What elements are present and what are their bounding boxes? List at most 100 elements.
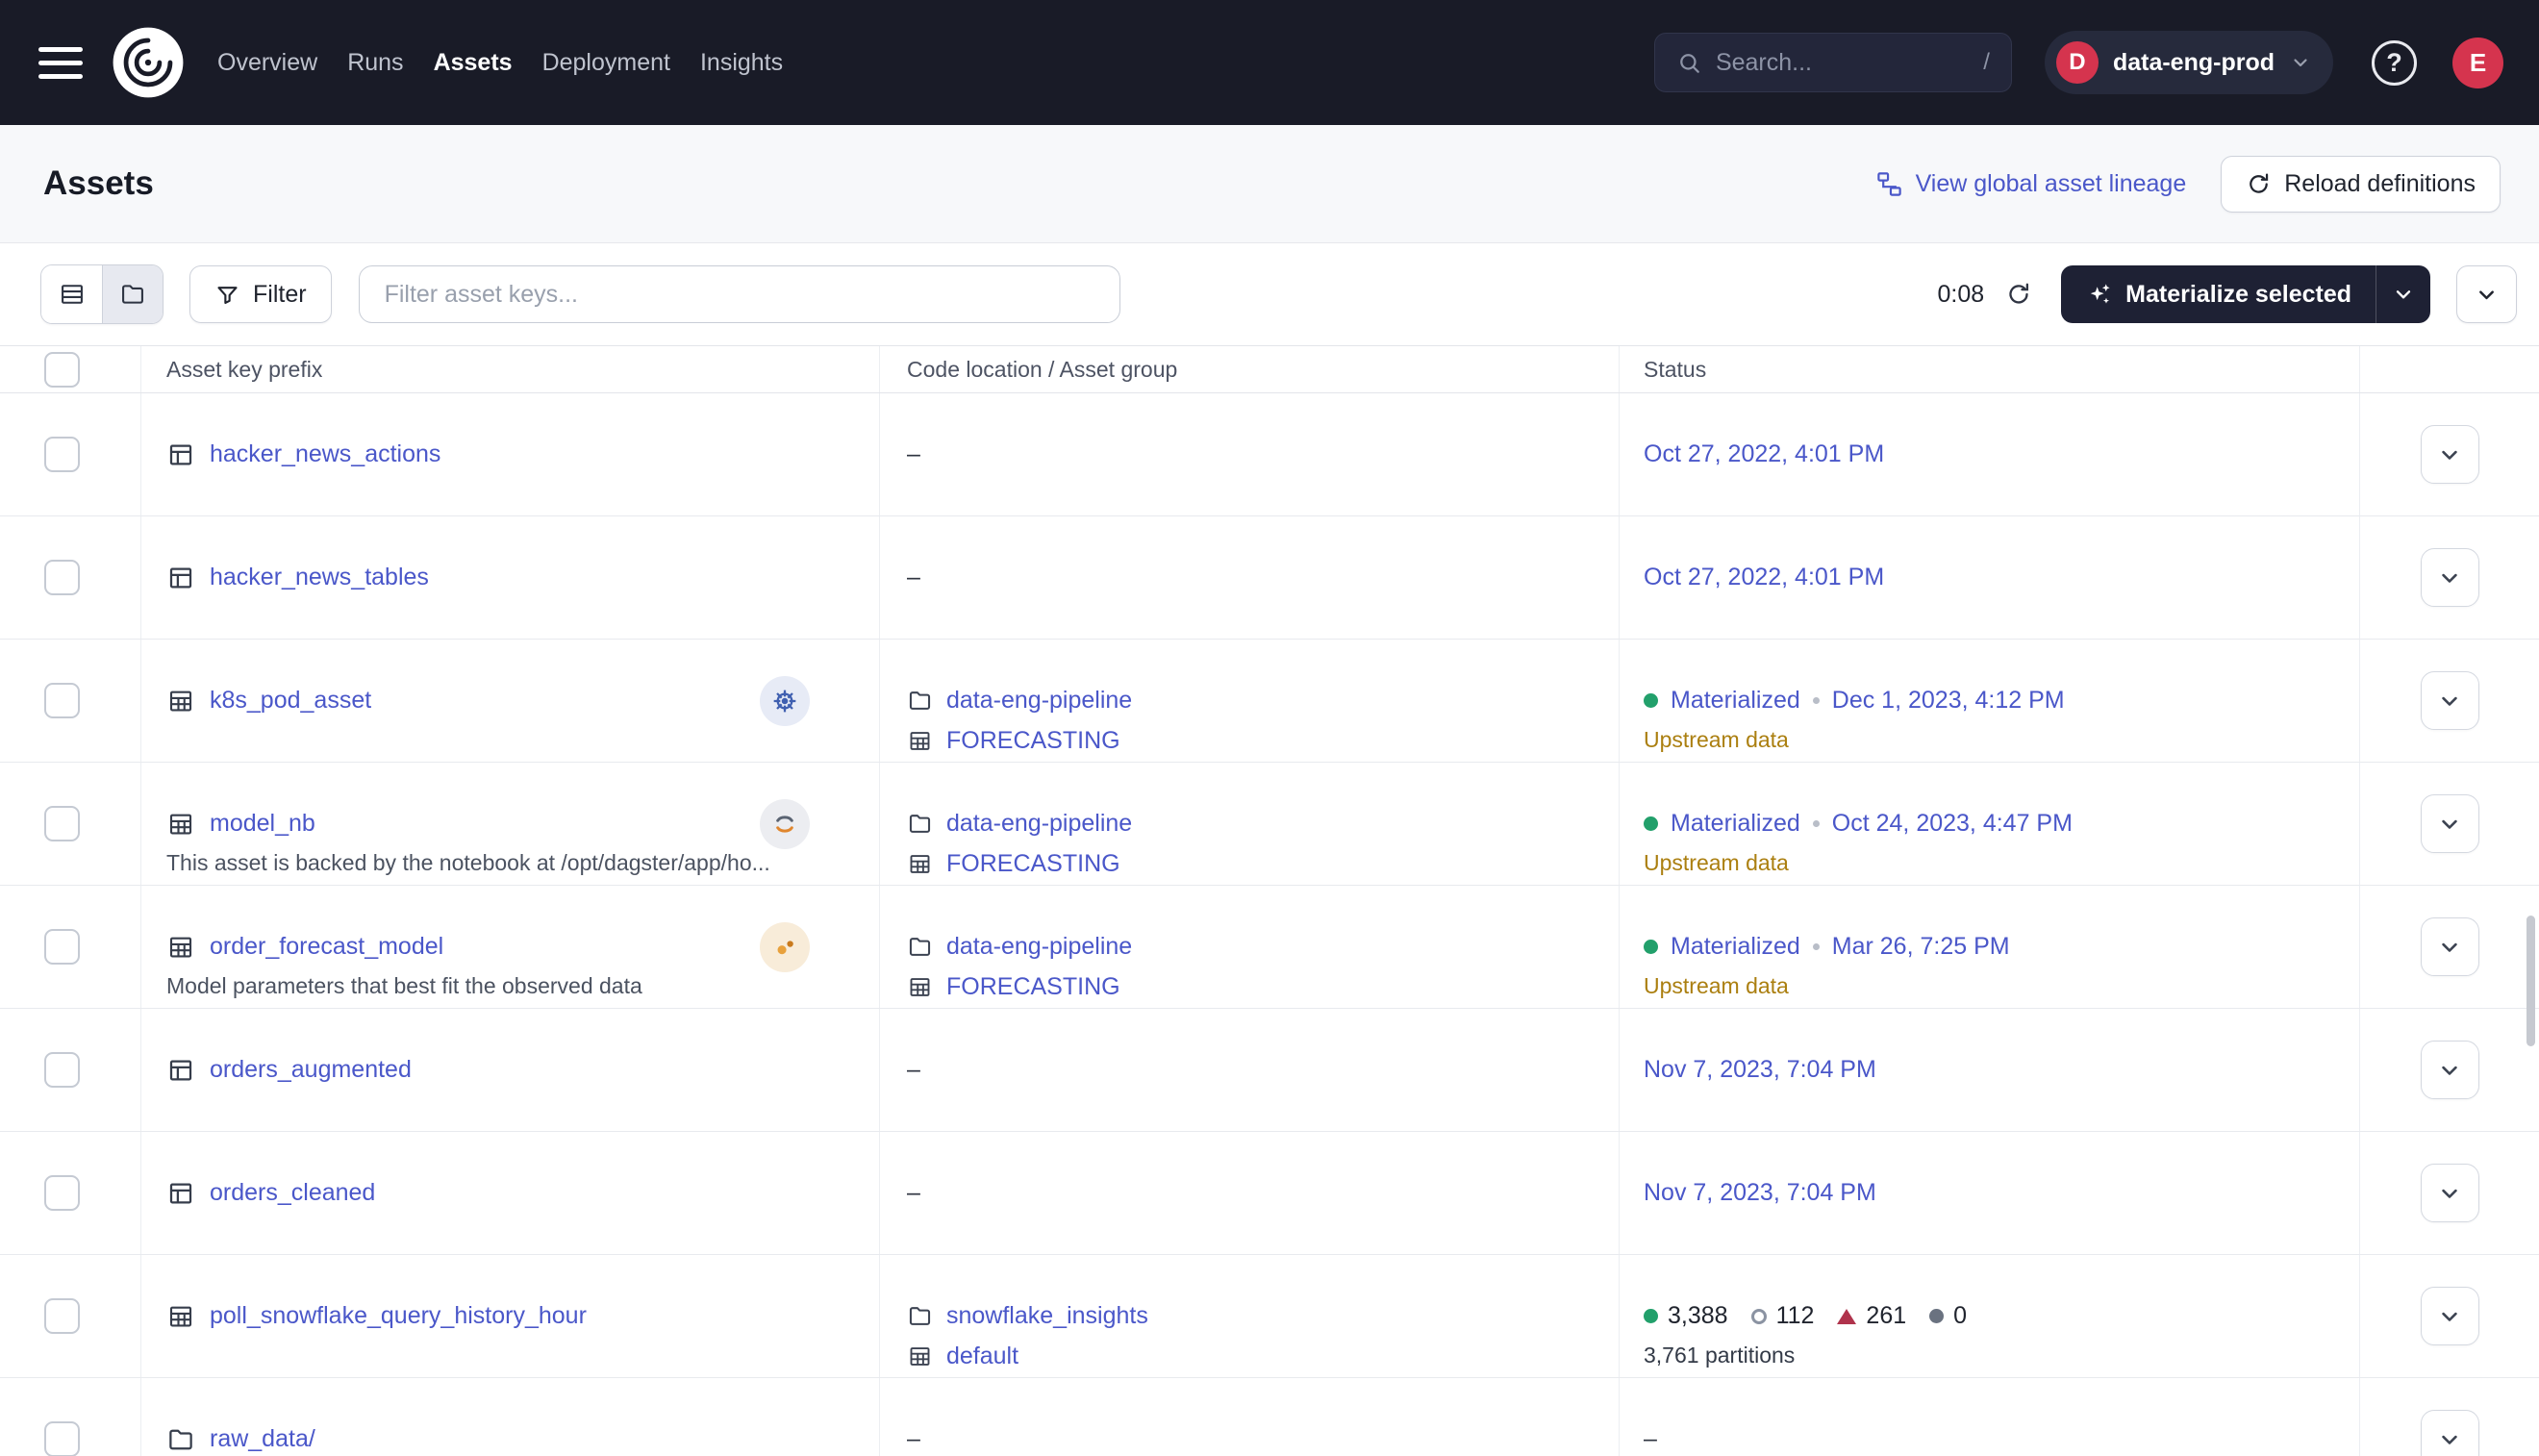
separator-dot-icon — [1813, 697, 1820, 704]
page-title: Assets — [43, 164, 154, 203]
status-cell: Oct 27, 2022, 4:01 PM — [1620, 393, 2360, 515]
partition-count-value: 3,388 — [1668, 1302, 1728, 1330]
chevron-down-icon — [2289, 51, 2312, 74]
asset-key-link[interactable]: hacker_news_tables — [210, 564, 429, 591]
nav-item-insights[interactable]: Insights — [700, 49, 783, 77]
row-checkbox[interactable] — [44, 929, 80, 965]
row-checkbox[interactable] — [44, 1298, 80, 1334]
select-all-checkbox[interactable] — [44, 352, 80, 388]
status-date-link[interactable]: Dec 1, 2023, 4:12 PM — [1832, 687, 2065, 715]
row-expand-button[interactable] — [2421, 1287, 2479, 1345]
filter-button[interactable]: Filter — [189, 265, 332, 323]
nav-item-assets[interactable]: Assets — [434, 49, 513, 77]
row-expand-button[interactable] — [2421, 794, 2479, 853]
row-select-cell — [0, 1378, 141, 1456]
table-row: k8s_pod_asset data-eng-pipeline FORECASTIN… — [0, 640, 2539, 763]
refresh-icon[interactable] — [2005, 281, 2032, 308]
help-icon[interactable]: ? — [2372, 40, 2417, 86]
row-checkbox[interactable] — [44, 1052, 80, 1088]
upstream-data-tag[interactable]: Upstream data — [1644, 727, 1789, 753]
status-date-link[interactable]: Oct 24, 2023, 4:47 PM — [1832, 810, 2073, 838]
asset-group: FORECASTING — [907, 850, 1120, 878]
scrollbar-thumb[interactable] — [2526, 916, 2535, 1046]
code-location-link[interactable]: snowflake_insights — [946, 1302, 1148, 1330]
location-empty: – — [907, 1179, 920, 1207]
row-expand-button[interactable] — [2421, 1041, 2479, 1099]
status-date-link[interactable]: Oct 27, 2022, 4:01 PM — [1644, 440, 1884, 468]
dagster-logo[interactable] — [112, 26, 185, 99]
status-date-link[interactable]: Oct 27, 2022, 4:01 PM — [1644, 564, 1884, 591]
row-expand-button[interactable] — [2421, 1410, 2479, 1456]
status-date-link[interactable]: Mar 26, 7:25 PM — [1832, 933, 2010, 961]
asset-key-link[interactable]: order_forecast_model — [210, 933, 443, 961]
asset-key-link[interactable]: orders_cleaned — [210, 1179, 375, 1207]
filter-asset-keys-input[interactable] — [359, 265, 1120, 323]
code-location-link[interactable]: data-eng-pipeline — [946, 687, 1132, 715]
row-checkbox[interactable] — [44, 437, 80, 472]
materialized-link[interactable]: Materialized — [1671, 687, 1800, 715]
code-location-link[interactable]: data-eng-pipeline — [946, 810, 1132, 838]
row-expand-button[interactable] — [2421, 1164, 2479, 1222]
global-search-input[interactable] — [1716, 49, 1970, 77]
row-checkbox[interactable] — [44, 560, 80, 595]
status-cell: Materialized Oct 24, 2023, 4:47 PM Upstrea… — [1620, 763, 2360, 885]
upstream-data-tag[interactable]: Upstream data — [1644, 850, 1789, 876]
missing-circle-icon — [1751, 1309, 1767, 1324]
folder-view-icon[interactable] — [102, 265, 163, 323]
asset-key-link[interactable]: poll_snowflake_query_history_hour — [210, 1302, 587, 1330]
row-checkbox[interactable] — [44, 806, 80, 841]
row-expand-button[interactable] — [2421, 425, 2479, 484]
status-date-link[interactable]: Nov 7, 2023, 7:04 PM — [1644, 1179, 1876, 1207]
nav-item-runs[interactable]: Runs — [347, 49, 403, 77]
table-body: hacker_news_actions – Oct 27, 2022, 4:01 P… — [0, 393, 2539, 1456]
asset-key-link[interactable]: raw_data/ — [210, 1425, 315, 1453]
collapse-rows-button[interactable] — [2456, 265, 2517, 323]
partition-count-failed: 261 — [1837, 1302, 1906, 1330]
asset-key-link[interactable]: k8s_pod_asset — [210, 687, 371, 715]
lineage-graph-icon — [1875, 170, 1903, 198]
row-checkbox[interactable] — [44, 1175, 80, 1211]
list-view-icon[interactable] — [41, 265, 102, 323]
asset-group-link[interactable]: FORECASTING — [946, 727, 1120, 755]
asset-key-link[interactable]: orders_augmented — [210, 1056, 412, 1084]
asset-group-link[interactable]: FORECASTING — [946, 973, 1120, 1001]
location-cell: data-eng-pipeline FORECASTING — [880, 640, 1620, 762]
row-expand-button[interactable] — [2421, 671, 2479, 730]
status-date-link[interactable]: Nov 7, 2023, 7:04 PM — [1644, 1056, 1876, 1084]
asset-key-link[interactable]: model_nb — [210, 810, 315, 838]
materialized-link[interactable]: Materialized — [1671, 810, 1800, 838]
upstream-data-tag[interactable]: Upstream data — [1644, 973, 1789, 999]
asset-key-link[interactable]: hacker_news_actions — [210, 440, 440, 468]
header-actions: View global asset lineage Reload definit… — [1875, 156, 2501, 213]
reload-definitions-button[interactable]: Reload definitions — [2221, 156, 2501, 213]
code-location: data-eng-pipeline — [907, 810, 1132, 838]
table-row: hacker_news_tables–Oct 27, 2022, 4:01 PM — [0, 516, 2539, 640]
code-location-link[interactable]: data-eng-pipeline — [946, 933, 1132, 961]
row-checkbox[interactable] — [44, 1421, 80, 1456]
column-actions — [2360, 346, 2539, 392]
view-global-asset-lineage-link[interactable]: View global asset lineage — [1875, 170, 2187, 198]
asset-table-icon — [166, 687, 195, 715]
view-toggle-group — [40, 264, 163, 324]
row-expand-button[interactable] — [2421, 548, 2479, 607]
asset-group-link[interactable]: FORECASTING — [946, 850, 1120, 878]
materialize-dropdown-button[interactable] — [2376, 265, 2430, 323]
row-actions-cell — [2360, 1009, 2539, 1131]
partition-count-missing: 112 — [1751, 1302, 1815, 1330]
select-all-cell — [0, 346, 141, 392]
materialize-selected-button[interactable]: Materialize selected — [2061, 265, 2376, 323]
asset-group-link[interactable]: default — [946, 1343, 1018, 1370]
asset-prefix-icon — [166, 1056, 195, 1085]
row-checkbox[interactable] — [44, 683, 80, 718]
reload-icon — [2246, 171, 2272, 197]
user-avatar[interactable]: E — [2452, 38, 2503, 88]
deployment-switcher[interactable]: D data-eng-prod — [2045, 31, 2333, 94]
materialize-split-button: Materialize selected — [2061, 265, 2430, 323]
asset-table-icon — [166, 1302, 195, 1331]
nav-item-deployment[interactable]: Deployment — [542, 49, 670, 77]
asset-group-icon — [907, 728, 933, 754]
menu-icon[interactable] — [38, 47, 83, 79]
nav-item-overview[interactable]: Overview — [217, 49, 317, 77]
row-expand-button[interactable] — [2421, 917, 2479, 976]
materialized-link[interactable]: Materialized — [1671, 933, 1800, 961]
